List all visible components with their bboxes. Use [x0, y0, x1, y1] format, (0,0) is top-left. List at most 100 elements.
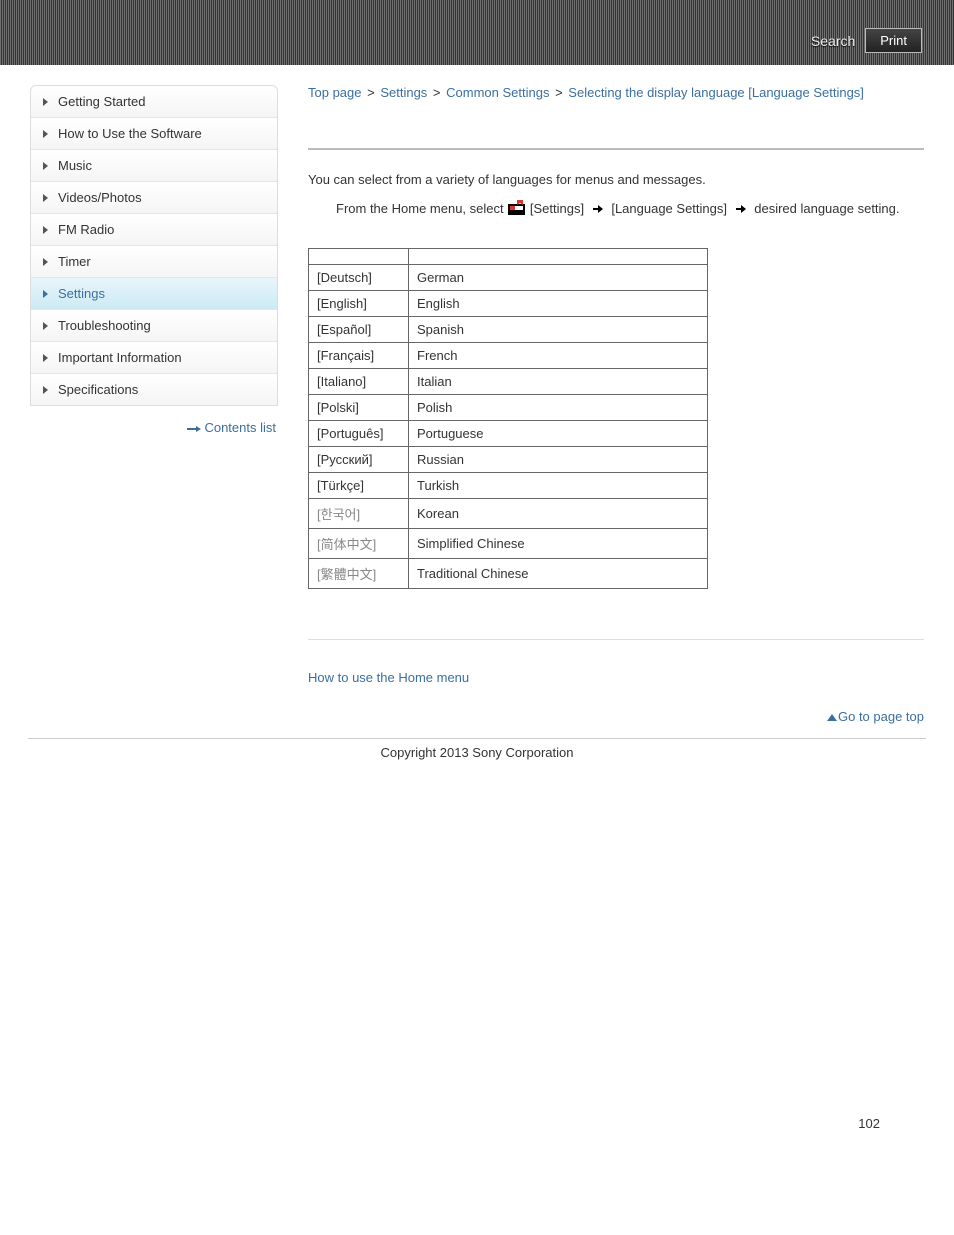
- sidebar-item[interactable]: Specifications: [31, 374, 277, 405]
- table-row: [Türkçe]Turkish: [309, 472, 708, 498]
- print-button[interactable]: Print: [865, 28, 922, 53]
- table-cell-key: [Deutsch]: [309, 264, 409, 290]
- table-cell-key: [Polski]: [309, 394, 409, 420]
- breadcrumb-link[interactable]: Settings: [380, 85, 427, 100]
- table-cell-key: [简体中文]: [309, 528, 409, 558]
- sidebar-item[interactable]: How to Use the Software: [31, 118, 277, 150]
- table-cell-key: [Русский]: [309, 446, 409, 472]
- content-area: Top page > Settings > Common Settings > …: [308, 85, 924, 724]
- table-header: [409, 248, 708, 264]
- sidebar-item[interactable]: Settings: [31, 278, 277, 310]
- copyright-text: Copyright 2013 Sony Corporation: [0, 739, 954, 766]
- sidebar-item[interactable]: Troubleshooting: [31, 310, 277, 342]
- table-cell-key: [Português]: [309, 420, 409, 446]
- sidebar-item-label: How to Use the Software: [58, 126, 202, 141]
- instruction-step2: [Language Settings]: [611, 201, 727, 216]
- table-row: [English]English: [309, 290, 708, 316]
- table-cell-value: Turkish: [409, 472, 708, 498]
- related-link[interactable]: How to use the Home menu: [308, 670, 469, 685]
- sidebar-item-label: FM Radio: [58, 222, 114, 237]
- table-cell-value: Portuguese: [409, 420, 708, 446]
- search-link[interactable]: Search: [811, 33, 855, 49]
- table-cell-key: [Español]: [309, 316, 409, 342]
- sidebar-item-label: Settings: [58, 286, 105, 301]
- table-cell-key: [Türkçe]: [309, 472, 409, 498]
- sidebar-item[interactable]: Music: [31, 150, 277, 182]
- caret-right-icon: [43, 290, 48, 298]
- table-row: [Español]Spanish: [309, 316, 708, 342]
- sidebar-item[interactable]: Getting Started: [31, 86, 277, 118]
- contents-list-label: Contents list: [204, 420, 276, 435]
- table-cell-value: Polish: [409, 394, 708, 420]
- table-row: [Français]French: [309, 342, 708, 368]
- table-cell-value: Traditional Chinese: [409, 558, 708, 588]
- caret-right-icon: [43, 258, 48, 266]
- table-row: [한국어]Korean: [309, 498, 708, 528]
- caret-right-icon: [43, 130, 48, 138]
- breadcrumb-separator: >: [429, 85, 444, 100]
- arrow-right-icon: [736, 205, 746, 213]
- table-row: [Polski]Polish: [309, 394, 708, 420]
- table-cell-key: [Italiano]: [309, 368, 409, 394]
- breadcrumb-separator: >: [551, 85, 566, 100]
- sidebar-list: Getting Started How to Use the Software Mu…: [30, 85, 278, 406]
- sidebar-item[interactable]: Important Information: [31, 342, 277, 374]
- table-cell-value: English: [409, 290, 708, 316]
- sidebar-item-label: Specifications: [58, 382, 138, 397]
- table-cell-value: German: [409, 264, 708, 290]
- breadcrumb: Top page > Settings > Common Settings > …: [308, 85, 924, 100]
- table-row: [Русский]Russian: [309, 446, 708, 472]
- triangle-up-icon: [827, 714, 837, 721]
- sidebar: Getting Started How to Use the Software Mu…: [30, 85, 278, 724]
- breadcrumb-separator: >: [364, 85, 379, 100]
- divider-bottom: [308, 639, 924, 640]
- table-cell-value: French: [409, 342, 708, 368]
- page-top-label: Go to page top: [838, 709, 924, 724]
- header-actions: Search Print: [811, 28, 922, 53]
- caret-right-icon: [43, 226, 48, 234]
- language-table: [Deutsch]German[English]English[Español]…: [308, 248, 708, 589]
- table-cell-value: Russian: [409, 446, 708, 472]
- arrow-right-icon: [593, 205, 603, 213]
- breadcrumb-current: Selecting the display language [Language…: [568, 85, 864, 100]
- intro-text: You can select from a variety of languag…: [308, 172, 924, 187]
- divider-top: [308, 148, 924, 150]
- contents-list-link[interactable]: Contents list: [187, 420, 276, 435]
- arrow-right-icon: [187, 426, 201, 432]
- sidebar-item[interactable]: Timer: [31, 246, 277, 278]
- table-cell-key: [한국어]: [309, 498, 409, 528]
- table-row: [Italiano]Italian: [309, 368, 708, 394]
- sidebar-item-label: Videos/Photos: [58, 190, 142, 205]
- caret-right-icon: [43, 322, 48, 330]
- table-cell-value: Italian: [409, 368, 708, 394]
- instruction: From the Home menu, select [Settings] [L…: [336, 199, 924, 220]
- breadcrumb-link[interactable]: Top page: [308, 85, 362, 100]
- sidebar-item-label: Troubleshooting: [58, 318, 151, 333]
- sidebar-item-label: Music: [58, 158, 92, 173]
- caret-right-icon: [43, 162, 48, 170]
- header-band: Search Print: [0, 0, 954, 65]
- instruction-step3: desired language setting.: [754, 201, 899, 216]
- sidebar-item[interactable]: FM Radio: [31, 214, 277, 246]
- sidebar-item-label: Timer: [58, 254, 91, 269]
- table-row: [简体中文]Simplified Chinese: [309, 528, 708, 558]
- page-number: 102: [0, 766, 954, 1151]
- sidebar-item-label: Important Information: [58, 350, 182, 365]
- table-cell-value: Spanish: [409, 316, 708, 342]
- table-row: [繁體中文]Traditional Chinese: [309, 558, 708, 588]
- go-to-page-top-link[interactable]: Go to page top: [827, 709, 924, 724]
- table-cell-value: Simplified Chinese: [409, 528, 708, 558]
- sidebar-item[interactable]: Videos/Photos: [31, 182, 277, 214]
- caret-right-icon: [43, 354, 48, 362]
- settings-icon: [508, 203, 525, 215]
- table-cell-key: [繁體中文]: [309, 558, 409, 588]
- table-header: [309, 248, 409, 264]
- table-row: [Português]Portuguese: [309, 420, 708, 446]
- main-wrap: Getting Started How to Use the Software Mu…: [0, 65, 954, 734]
- table-cell-key: [Français]: [309, 342, 409, 368]
- table-cell-value: Korean: [409, 498, 708, 528]
- table-row: [Deutsch]German: [309, 264, 708, 290]
- table-cell-key: [English]: [309, 290, 409, 316]
- breadcrumb-link[interactable]: Common Settings: [446, 85, 549, 100]
- sidebar-item-label: Getting Started: [58, 94, 145, 109]
